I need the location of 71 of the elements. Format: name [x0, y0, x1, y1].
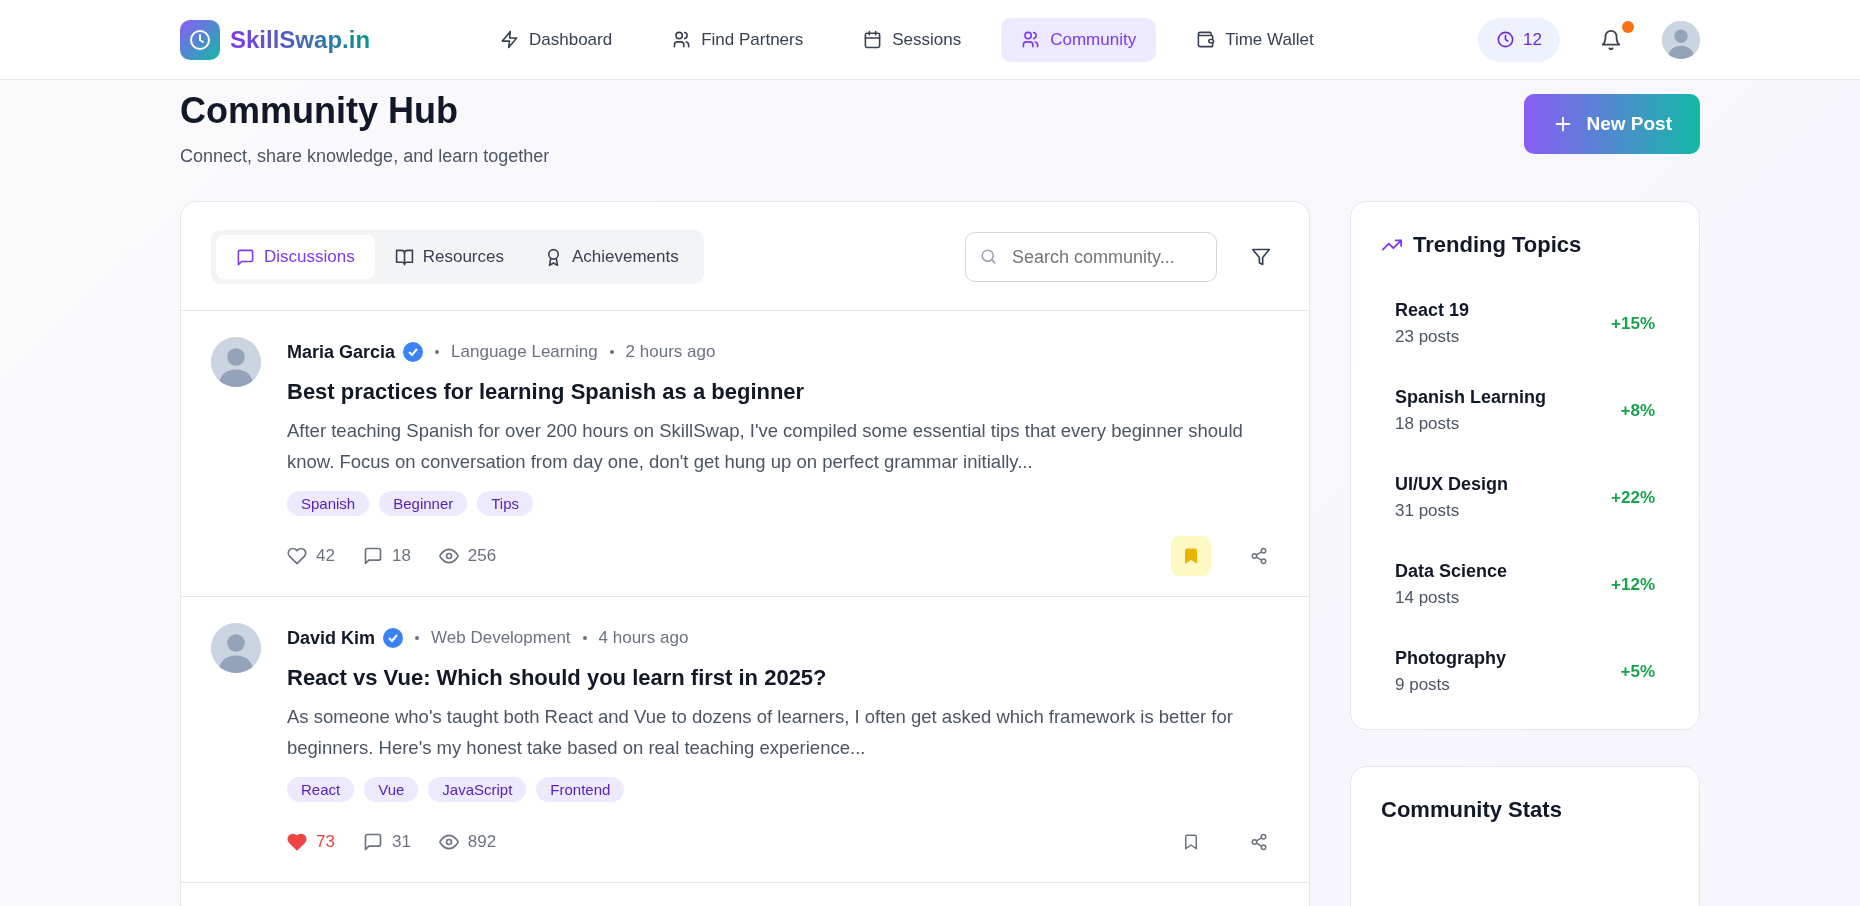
- tab[interactable]: Discussions: [216, 235, 375, 279]
- nav-link[interactable]: Find Partners: [652, 17, 824, 62]
- clock-icon: [1496, 30, 1516, 49]
- heart-icon: [287, 832, 307, 852]
- tag[interactable]: JavaScript: [428, 777, 527, 802]
- nav-link[interactable]: Time Wallet: [1176, 17, 1334, 62]
- avatar: [1662, 20, 1700, 59]
- post-time: 4 hours ago: [598, 628, 689, 648]
- trending-topic[interactable]: React 19 23 posts +15%: [1381, 280, 1669, 367]
- tab[interactable]: Resources: [374, 235, 524, 279]
- page-title: Community Hub: [180, 90, 459, 132]
- post-title[interactable]: Best practices for learning Spanish as a beginner: [287, 379, 1279, 405]
- comment-button[interactable]: 31: [362, 832, 411, 852]
- nav-link[interactable]: Dashboard: [480, 17, 633, 62]
- tab[interactable]: Achievements: [523, 235, 699, 279]
- tag[interactable]: Spanish: [287, 491, 370, 516]
- search-field[interactable]: Search community...: [965, 232, 1217, 282]
- share-icon: [1250, 547, 1268, 565]
- post-excerpt: As someone who's taught both React and Vue to dozens of learners, I often get asked which framework is better for beginners. Here's my honest take based on real teaching experience...: [287, 705, 1234, 760]
- views-count: 892: [438, 832, 497, 852]
- nav-link[interactable]: Community: [1001, 17, 1157, 62]
- avatar: [211, 623, 261, 673]
- separator-dot: [609, 350, 614, 354]
- bookmark-icon: [1182, 547, 1200, 565]
- avatar: [211, 337, 261, 387]
- tag[interactable]: Tips: [477, 491, 534, 516]
- separator-dot: [435, 350, 440, 354]
- trending-topic[interactable]: UI/UX Design 31 posts +22%: [1381, 454, 1669, 541]
- comment-icon: [362, 546, 383, 566]
- post-excerpt: After teaching Spanish for over 200 hours on SkillSwap, I've compiled some essential tips that every beginner should know. Focus on conversation from day one, don't get hung up on perfect grammar initially...: [287, 419, 1244, 474]
- trending-topic[interactable]: Data Science 14 posts +12%: [1381, 541, 1669, 628]
- views-count: 256: [438, 546, 497, 566]
- nav-link[interactable]: Sessions: [843, 17, 982, 62]
- separator-dot: [582, 636, 587, 640]
- book-icon: [394, 247, 414, 267]
- people-icon: [672, 30, 692, 49]
- post-category: Language Learning: [451, 342, 598, 362]
- filter-icon: [1251, 247, 1271, 267]
- eye-icon: [438, 546, 459, 566]
- author-name[interactable]: Maria Garcia: [287, 341, 396, 363]
- time-credits-badge[interactable]: 12: [1478, 17, 1560, 62]
- card-title: Trending Topics: [1413, 232, 1582, 258]
- tag[interactable]: Vue: [364, 777, 419, 802]
- wallet-icon: [1196, 30, 1216, 49]
- card-title: Community Stats: [1381, 797, 1562, 823]
- bookmark-icon: [1182, 833, 1200, 851]
- like-button[interactable]: 73: [287, 832, 335, 852]
- separator-dot: [415, 636, 420, 640]
- people-icon: [1021, 30, 1041, 49]
- clock-icon: [188, 27, 212, 52]
- trending-topic[interactable]: Photography 9 posts +5%: [1381, 628, 1669, 715]
- tag[interactable]: Frontend: [536, 777, 625, 802]
- author-name[interactable]: David Kim: [287, 627, 376, 649]
- comment-button[interactable]: 18: [362, 546, 411, 566]
- tag[interactable]: Beginner: [379, 491, 468, 516]
- page-subtitle: Connect, share knowledge, and learn together: [180, 146, 550, 167]
- trending-topic[interactable]: Spanish Learning 18 posts +8%: [1381, 367, 1669, 454]
- heart-icon: [287, 546, 307, 566]
- share-icon: [1250, 833, 1268, 851]
- post-title[interactable]: React vs Vue: Which should you learn first in 2025?: [287, 665, 1279, 691]
- eye-icon: [438, 832, 459, 852]
- post-time: 2 hours ago: [625, 342, 716, 362]
- like-button[interactable]: 42: [287, 546, 335, 566]
- bell-icon: [1600, 28, 1622, 51]
- comment-icon: [362, 832, 383, 852]
- post-category: Web Development: [431, 628, 571, 648]
- lightning-icon: [500, 30, 519, 49]
- chat-icon: [236, 247, 255, 267]
- new-post-button[interactable]: New Post: [1524, 94, 1700, 154]
- tag[interactable]: React: [287, 777, 355, 802]
- calendar-icon: [863, 30, 883, 49]
